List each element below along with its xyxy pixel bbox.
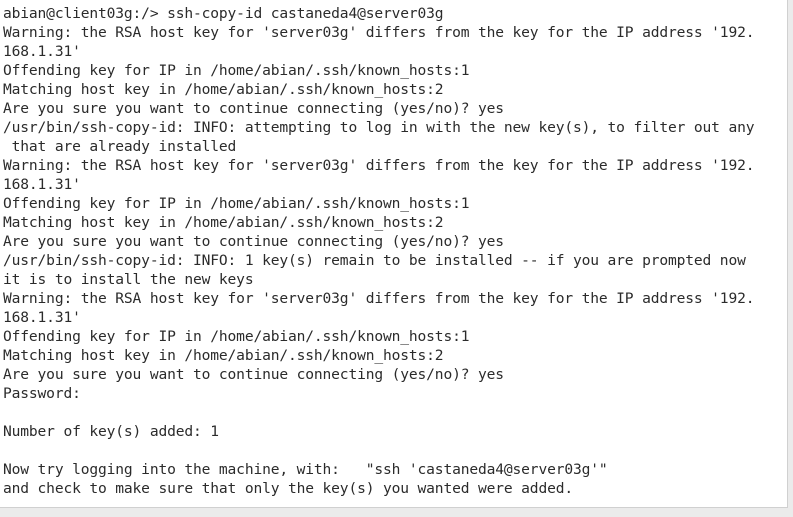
terminal-line: Are you sure you want to continue connec… [3, 100, 504, 117]
terminal-line: Offending key for IP in /home/abian/.ssh… [3, 328, 470, 345]
terminal-line: 168.1.31' [3, 176, 81, 193]
terminal-line: it is to install the new keys [3, 271, 254, 288]
terminal-line: Password: [3, 385, 81, 402]
terminal-line: Offending key for IP in /home/abian/.ssh… [3, 62, 470, 79]
terminal-line: 168.1.31' [3, 43, 81, 60]
terminal-line: Matching host key in /home/abian/.ssh/kn… [3, 81, 444, 98]
terminal-line: /usr/bin/ssh-copy-id: INFO: 1 key(s) rem… [3, 252, 746, 269]
terminal-line: Warning: the RSA host key for 'server03g… [3, 290, 755, 307]
terminal-line: Warning: the RSA host key for 'server03g… [3, 157, 755, 174]
terminal-line: that are already installed [3, 138, 237, 155]
scrollbar-track[interactable] [788, 0, 793, 517]
terminal-output[interactable]: abian@client03g:/> ssh-copy-id castaneda… [0, 0, 788, 508]
terminal-line: Offending key for IP in /home/abian/.ssh… [3, 195, 470, 212]
terminal-line: Number of key(s) added: 1 [3, 423, 219, 440]
terminal-line: Are you sure you want to continue connec… [3, 233, 504, 250]
terminal-line: and check to make sure that only the key… [3, 480, 573, 497]
terminal-line: Warning: the RSA host key for 'server03g… [3, 24, 755, 41]
terminal-line: Now try logging into the machine, with: … [3, 461, 608, 478]
terminal-line: abian@client03g:/> ssh-copy-id castaneda… [3, 5, 444, 22]
terminal-line: Matching host key in /home/abian/.ssh/kn… [3, 214, 444, 231]
terminal-line: /usr/bin/ssh-copy-id: INFO: attempting t… [3, 119, 755, 136]
terminal-line: 168.1.31' [3, 309, 81, 326]
terminal-line: Are you sure you want to continue connec… [3, 366, 504, 383]
terminal-line: Matching host key in /home/abian/.ssh/kn… [3, 347, 444, 364]
